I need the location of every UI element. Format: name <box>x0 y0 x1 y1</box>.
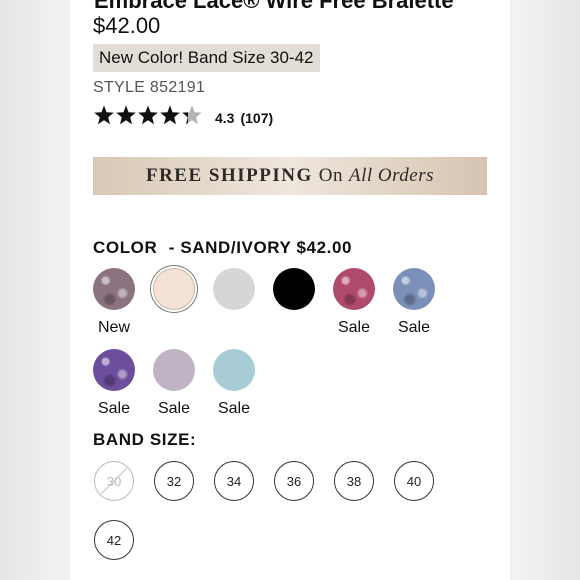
selected-color-name: SAND/IVORY <box>180 238 292 257</box>
banner-text-all-orders: All Orders <box>348 165 435 186</box>
band-size-label: 38 <box>346 473 362 489</box>
band-size-40[interactable]: 40 <box>394 461 434 501</box>
banner-text-free-shipping: FREE SHIPPING <box>145 165 313 186</box>
promo-badge: New Color! Band Size 30-42 <box>93 44 320 72</box>
product-price: $42.00 <box>93 13 161 38</box>
star-icon <box>138 105 158 125</box>
band-size-label: 34 <box>226 473 242 489</box>
background-left <box>0 0 70 580</box>
unavailable-strike-icon <box>100 467 128 495</box>
rating[interactable]: 4.3 (107) <box>93 104 273 131</box>
band-size-label: 36 <box>286 473 302 489</box>
band-size-label: 42 <box>106 532 122 548</box>
rating-stars <box>93 104 203 131</box>
star-icon <box>94 105 114 125</box>
rating-value: 4.3 <box>215 109 235 126</box>
color-swatch-sand-ivory[interactable] <box>153 268 195 310</box>
swatch-label: Sale <box>217 400 251 417</box>
product-panel: Embrace Lace® Wire Free Bralette $42.00 … <box>70 0 510 580</box>
band-size-38[interactable]: 38 <box>334 461 374 501</box>
color-heading: COLOR - SAND/IVORY $42.00 <box>93 238 352 258</box>
band-size-42[interactable]: 42 <box>94 520 134 560</box>
review-count[interactable]: (107) <box>240 110 273 126</box>
color-swatch-aqua[interactable] <box>213 349 255 391</box>
swatch-label: New <box>97 319 130 336</box>
band-size-36[interactable]: 36 <box>274 461 314 501</box>
product-title: Embrace Lace® Wire Free Bralette <box>94 0 454 13</box>
swatch-label: Sale <box>337 319 371 336</box>
style-number: STYLE 852191 <box>93 79 206 96</box>
star-icon <box>182 105 202 125</box>
color-swatch-black[interactable] <box>273 268 315 310</box>
band-size-heading: BAND SIZE: <box>93 430 197 449</box>
swatch-label: Sale <box>97 400 131 417</box>
band-size-label: 40 <box>406 473 422 489</box>
color-swatch-light-gray[interactable] <box>213 268 255 310</box>
star-icon <box>116 105 136 125</box>
color-separator: - <box>168 238 175 257</box>
swatch-label: Sale <box>157 400 191 417</box>
background-right <box>510 0 580 580</box>
selected-color-price: $42.00 <box>296 238 353 257</box>
band-size-32[interactable]: 32 <box>154 461 194 501</box>
band-size-30[interactable]: 30 <box>94 461 134 501</box>
swatch-label: Sale <box>397 319 431 336</box>
free-shipping-banner[interactable]: FREE SHIPPING On All Orders <box>93 157 487 195</box>
color-swatch-purple-gray-pattern[interactable] <box>93 268 135 310</box>
color-swatch-lilac[interactable] <box>153 349 195 391</box>
color-swatch-pink-floral[interactable] <box>333 268 375 310</box>
band-size-label: 32 <box>166 473 182 489</box>
color-swatch-blue-floral[interactable] <box>393 268 435 310</box>
star-icon <box>160 105 180 125</box>
banner-text-on: On <box>318 165 343 186</box>
color-swatch-violet-floral[interactable] <box>93 349 135 391</box>
color-label: COLOR <box>93 238 158 257</box>
band-size-34[interactable]: 34 <box>214 461 254 501</box>
